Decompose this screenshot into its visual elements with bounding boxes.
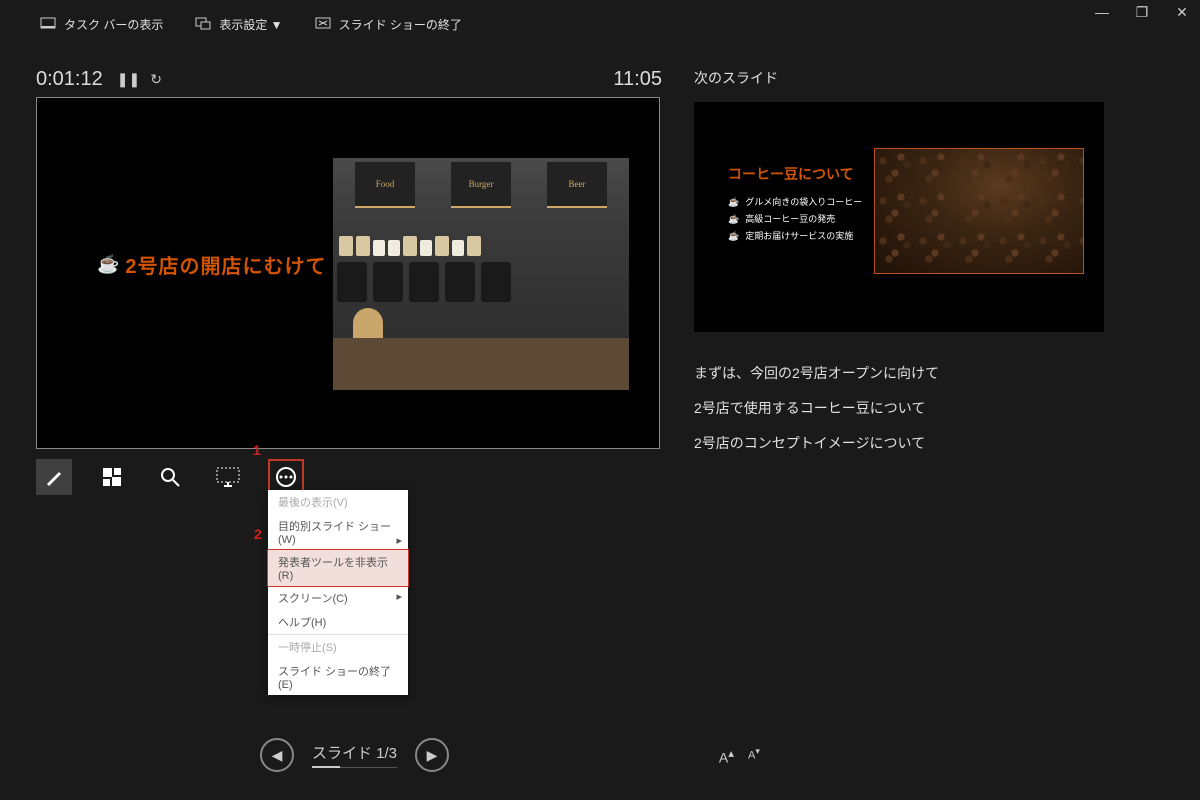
- menu-hide-presenter[interactable]: 発表者ツールを非表示(R): [267, 549, 409, 587]
- callout-2: 2: [254, 526, 262, 542]
- coffee-cup-icon: ☕: [97, 254, 119, 275]
- note-line: 2号店で使用するコーヒー豆について: [694, 391, 1180, 426]
- end-slideshow-label: スライド ショーの終了: [339, 16, 462, 33]
- presenter-toolbar: [36, 449, 666, 495]
- current-slide-title: 2号店の開店にむけて: [125, 250, 326, 279]
- slide-counter[interactable]: スライド 1/3: [312, 742, 397, 768]
- more-options-menu: 最後の表示(V) 目的別スライド ショー(W)▸ 発表者ツールを非表示(R) ス…: [268, 490, 408, 695]
- bullet-item: グルメ向きの袋入りコーヒー: [728, 194, 862, 211]
- next-slide-bullets: グルメ向きの袋入りコーヒー 高級コーヒー豆の発売 定期お届けサービスの実施: [728, 194, 862, 245]
- bottom-navigation: ◀ スライド 1/3 ▶: [260, 738, 449, 772]
- zoom-tool-button[interactable]: [152, 459, 188, 495]
- next-slide-label: 次のスライド: [694, 68, 1180, 88]
- pause-icon[interactable]: ❚❚: [117, 71, 140, 88]
- menu-end-show[interactable]: スライド ショーの終了(E): [268, 659, 408, 695]
- menu-screen[interactable]: スクリーン(C)▸: [268, 586, 408, 610]
- window-controls: — ❐ ✕: [1092, 4, 1192, 21]
- restart-icon[interactable]: ↻: [150, 71, 162, 88]
- display-settings-button[interactable]: 表示設定 ▼: [195, 16, 282, 33]
- coffee-beans-image: [874, 148, 1084, 274]
- bullet-item: 高級コーヒー豆の発売: [728, 211, 862, 228]
- pen-tool-button[interactable]: [36, 459, 72, 495]
- menu-board: Beer: [547, 162, 607, 208]
- topbar: タスク バーの表示 表示設定 ▼ スライド ショーの終了: [0, 0, 1200, 48]
- speaker-notes: まずは、今回の2号店オープンに向けて 2号店で使用するコーヒー豆について 2号店…: [694, 356, 1180, 461]
- submenu-arrow-icon: ▸: [396, 534, 402, 547]
- slide-photo: Food Burger Beer: [333, 158, 629, 390]
- minimize-icon[interactable]: —: [1092, 4, 1112, 21]
- end-slideshow-button[interactable]: スライド ショーの終了: [315, 16, 462, 33]
- font-increase-button[interactable]: A▴: [719, 746, 734, 766]
- menu-help[interactable]: ヘルプ(H): [268, 610, 408, 634]
- taskbar-icon: [40, 16, 56, 32]
- show-taskbar-label: タスク バーの表示: [64, 16, 163, 33]
- font-size-controls: A▴ A▾: [719, 746, 760, 766]
- next-slide-title: コーヒー豆について: [728, 164, 854, 184]
- submenu-arrow-icon: ▸: [396, 590, 402, 603]
- note-line: 2号店のコンセプトイメージについて: [694, 426, 1180, 461]
- elapsed-time: 0:01:12: [36, 68, 103, 91]
- restore-icon[interactable]: ❐: [1132, 4, 1152, 21]
- bullet-item: 定期お届けサービスの実施: [728, 228, 862, 245]
- menu-board: Food: [355, 162, 415, 208]
- end-slideshow-icon: [315, 16, 331, 32]
- menu-last-view: 最後の表示(V): [268, 490, 408, 514]
- timer-row: 0:01:12 ❚❚ ↻ 11:05: [36, 68, 666, 91]
- clock-time: 11:05: [613, 68, 662, 91]
- menu-pause: 一時停止(S): [268, 634, 408, 659]
- current-slide-preview: ☕ 2号店の開店にむけて ☕ Food Burger Beer: [36, 97, 660, 449]
- display-settings-label: 表示設定 ▼: [219, 16, 282, 33]
- display-icon: [195, 16, 211, 32]
- menu-custom-show[interactable]: 目的別スライド ショー(W)▸: [268, 514, 408, 550]
- menu-board: Burger: [451, 162, 511, 208]
- font-decrease-button[interactable]: A▾: [748, 746, 760, 766]
- all-slides-button[interactable]: [94, 459, 130, 495]
- black-screen-button[interactable]: [210, 459, 246, 495]
- note-line: まずは、今回の2号店オープンに向けて: [694, 356, 1180, 391]
- next-slide-preview: コーヒー豆について グルメ向きの袋入りコーヒー 高級コーヒー豆の発売 定期お届け…: [694, 102, 1104, 332]
- show-taskbar-button[interactable]: タスク バーの表示: [40, 16, 163, 33]
- next-slide-button[interactable]: ▶: [415, 738, 449, 772]
- close-icon[interactable]: ✕: [1172, 4, 1192, 21]
- timer-controls: ❚❚ ↻: [117, 71, 162, 88]
- prev-slide-button[interactable]: ◀: [260, 738, 294, 772]
